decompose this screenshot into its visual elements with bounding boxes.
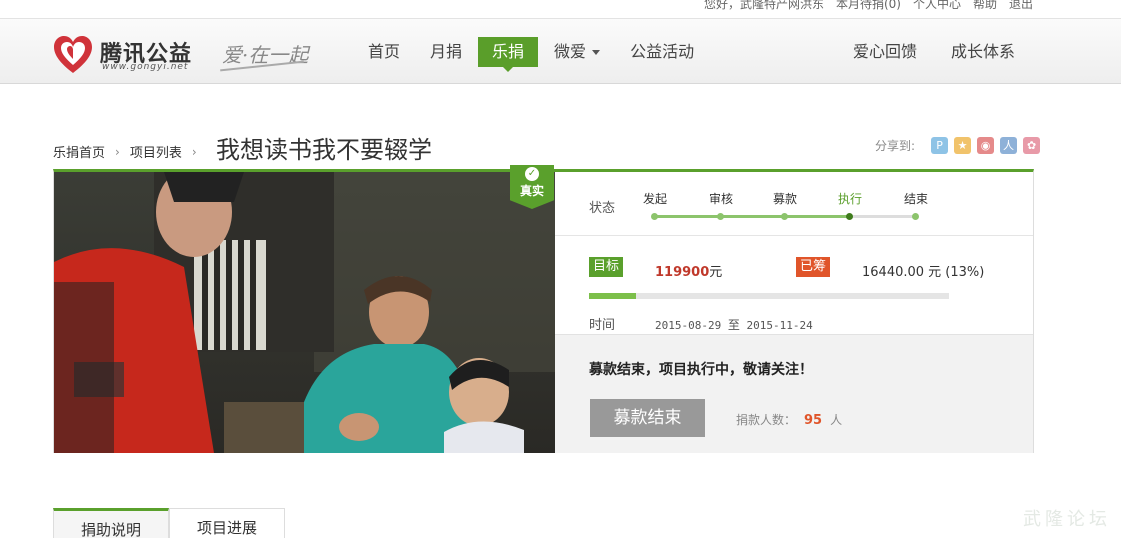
nav-item-growth-system[interactable]: 成长体系 xyxy=(951,37,1015,67)
share-bar: 分享到: P ★ ◉ 人 ✿ xyxy=(875,137,1040,154)
tab-donation-info[interactable]: 捐助说明 xyxy=(53,508,169,538)
friends-icon[interactable]: ★ xyxy=(954,137,971,154)
donors-label: 捐款人数： xyxy=(736,413,796,427)
step-label: 执行 xyxy=(838,192,862,206)
step-initiated: 发起 xyxy=(635,190,675,207)
goal-amount: 119900 xyxy=(655,265,709,280)
month-donation-link[interactable]: 本月待捐(0) xyxy=(836,0,901,12)
personal-center-link[interactable]: 个人中心 xyxy=(913,0,961,12)
steps-fill xyxy=(655,215,851,218)
slogan: 爱·在一起 xyxy=(220,35,310,73)
step-dot xyxy=(651,213,658,220)
main-header: 腾讯公益 www.gongyi.net 爱·在一起 首页 月捐 乐捐 微爱 公益… xyxy=(0,18,1121,84)
project-card: ✓ 真实 状态 发起 审核 募款 执行 结束 目标 119900元 已筹 164… xyxy=(53,169,1034,453)
top-links: 您好，武隆特产网洪东 本月待捐(0) 个人中心 帮助 退出 xyxy=(704,0,1033,12)
donors-count: 捐款人数： 95 人 xyxy=(736,411,842,428)
fundraising-progress-bar xyxy=(589,293,949,299)
time-start: 2015-08-29 xyxy=(655,319,721,332)
fundraising-ended-button[interactable]: 募款结束 xyxy=(590,399,705,437)
nav-right: 爱心回馈 成长体系 xyxy=(853,37,1015,67)
greeting-text: 您好，武隆特产网洪东 xyxy=(704,0,824,12)
detail-tabs: 捐助说明 项目进展 xyxy=(53,508,285,538)
time-range: 2015-08-29 至 2015-11-24 xyxy=(655,316,813,333)
chevron-down-icon xyxy=(592,50,600,55)
step-dot xyxy=(717,213,724,220)
fundraising-progress-fill xyxy=(589,293,636,299)
project-photo xyxy=(54,172,555,453)
nav-item-weiai[interactable]: 微爱 xyxy=(554,37,600,67)
renren-icon[interactable]: 人 xyxy=(1000,137,1017,154)
nav-item-ledonate[interactable]: 乐捐 xyxy=(478,37,538,67)
help-link[interactable]: 帮助 xyxy=(973,0,997,12)
tab-project-progress[interactable]: 项目进展 xyxy=(169,508,285,538)
qzone-icon[interactable]: P xyxy=(931,137,948,154)
nav-item-home[interactable]: 首页 xyxy=(368,37,400,67)
status-label: 状态 xyxy=(589,197,615,216)
step-finished: 结束 xyxy=(896,190,936,207)
verified-badge-label: 真实 xyxy=(510,182,554,199)
top-utility-bar: 您好，武隆特产网洪东 本月待捐(0) 个人中心 帮助 退出 xyxy=(0,0,1121,18)
step-label: 发起 xyxy=(643,192,667,206)
time-label: 时间 xyxy=(589,314,615,333)
goal-value: 119900元 xyxy=(655,261,722,280)
check-icon: ✓ xyxy=(525,167,539,181)
step-label: 募款 xyxy=(773,192,797,206)
nav-item-weiai-label: 微爱 xyxy=(554,42,586,61)
goal-unit: 元 xyxy=(709,265,722,280)
raised-value: 16440.00 元 (13%) xyxy=(862,261,984,280)
nav-item-monthly[interactable]: 月捐 xyxy=(430,37,462,67)
main-nav: 首页 月捐 乐捐 微爱 公益活动 xyxy=(368,37,724,67)
step-fundraising: 募款 xyxy=(765,190,805,207)
page-title: 我想读书我不要辍学 xyxy=(216,130,432,165)
chevron-right-icon: › xyxy=(192,145,197,159)
step-executing: 执行 xyxy=(830,190,870,207)
nav-item-activities[interactable]: 公益活动 xyxy=(630,37,694,67)
breadcrumb-project-list[interactable]: 项目列表 xyxy=(130,142,182,161)
end-panel: 募款结束，项目执行中，敬请关注！ 募款结束 捐款人数： 95 人 xyxy=(555,334,1033,453)
share-label: 分享到: xyxy=(875,137,915,154)
logout-link[interactable]: 退出 xyxy=(1009,0,1033,12)
end-message: 募款结束，项目执行中，敬请关注！ xyxy=(589,359,813,379)
heart-logo-icon xyxy=(52,35,94,75)
step-dot xyxy=(781,213,788,220)
step-label: 结束 xyxy=(904,192,928,206)
time-end: 2015-11-24 xyxy=(747,319,813,332)
project-photo-image xyxy=(54,172,555,453)
raised-tag: 已筹 xyxy=(796,257,830,277)
watermark: 武隆论坛 xyxy=(1023,505,1111,531)
step-label: 审核 xyxy=(709,192,733,206)
time-separator: 至 xyxy=(728,318,740,332)
verified-badge: ✓ 真实 xyxy=(510,165,554,209)
nav-item-love-feedback[interactable]: 爱心回馈 xyxy=(853,37,917,67)
step-dot xyxy=(846,213,853,220)
step-review: 审核 xyxy=(701,190,741,207)
tencent-gongyi-logo[interactable]: 腾讯公益 www.gongyi.net xyxy=(52,35,202,75)
logo-url-text: www.gongyi.net xyxy=(102,62,188,72)
favorite-icon[interactable]: ✿ xyxy=(1023,137,1040,154)
goal-tag: 目标 xyxy=(589,257,623,277)
chevron-right-icon: › xyxy=(115,145,120,159)
step-dot xyxy=(912,213,919,220)
divider xyxy=(555,235,1033,236)
weibo-icon[interactable]: ◉ xyxy=(977,137,994,154)
status-steps: 发起 审核 募款 执行 结束 xyxy=(643,190,943,220)
donors-number: 95 xyxy=(804,413,822,428)
breadcrumb-home[interactable]: 乐捐首页 xyxy=(53,142,105,161)
donors-unit: 人 xyxy=(830,413,842,427)
breadcrumb: 乐捐首页 › 项目列表 › xyxy=(53,142,207,161)
project-info: 状态 发起 审核 募款 执行 结束 目标 119900元 已筹 16440.00… xyxy=(555,172,1033,453)
